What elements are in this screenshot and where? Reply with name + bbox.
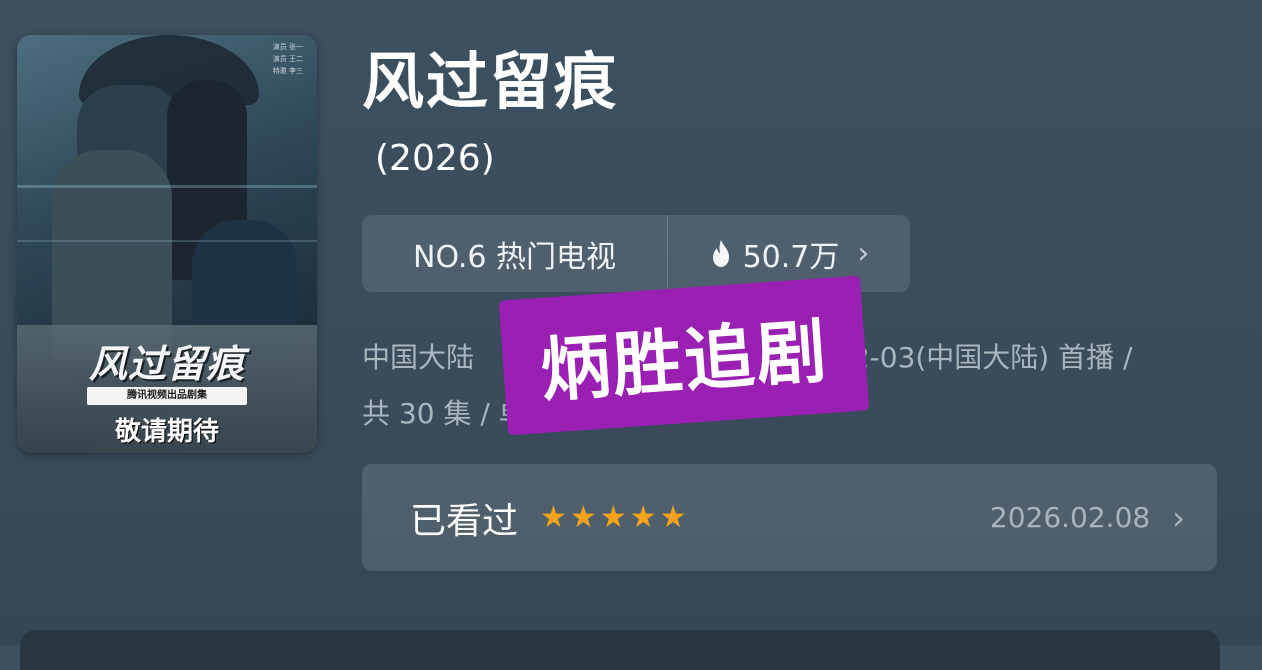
bottom-panel xyxy=(20,630,1220,670)
star-icon: ★ xyxy=(599,499,627,535)
poster-coming-soon: 敬请期待 xyxy=(114,417,219,447)
poster-glitch-line xyxy=(17,185,317,188)
show-title: 风过留痕 xyxy=(362,45,619,118)
watched-row[interactable]: 已看过 ★ ★ ★ ★ ★ 2026.02.08 › xyxy=(362,464,1217,571)
poster-title: 风过留痕 xyxy=(88,342,245,386)
rating-stars: ★ ★ ★ ★ ★ xyxy=(540,499,687,535)
rank-button[interactable]: NO.6 热门电视 xyxy=(362,215,668,292)
poster-credits: 演员 张一 演员 王二 特邀 李三 xyxy=(233,41,303,77)
poster-credit: 演员 张一 xyxy=(272,43,303,51)
star-icon: ★ xyxy=(629,499,657,535)
poster-glitch-line xyxy=(17,240,317,242)
watermark-sticker: 炳胜追剧 xyxy=(498,275,870,436)
rank-label: NO.6 热门电视 xyxy=(413,239,616,275)
star-icon: ★ xyxy=(659,499,687,535)
poster-image[interactable]: 演员 张一 演员 王二 特邀 李三 风过留痕 腾讯视频出品剧集 敬请期待 xyxy=(17,35,317,453)
show-year: (2026) xyxy=(375,138,495,179)
poster-credit: 演员 王二 xyxy=(272,55,303,63)
star-icon: ★ xyxy=(569,499,597,535)
heat-value: 50.7万 xyxy=(742,239,840,275)
flame-icon xyxy=(712,239,729,267)
meta-premiere: 02-03(中国大陆) 首播 / xyxy=(834,341,1133,374)
chevron-right-icon: › xyxy=(857,236,870,271)
star-icon: ★ xyxy=(540,499,567,535)
meta-region: 中国大陆 xyxy=(362,341,475,374)
watched-label: 已看过 xyxy=(410,500,519,542)
watched-date: 2026.02.08 xyxy=(989,501,1151,534)
poster-credit: 特邀 李三 xyxy=(272,67,303,75)
chevron-right-icon: › xyxy=(1172,498,1185,537)
poster-subtitle: 腾讯视频出品剧集 xyxy=(87,387,247,405)
